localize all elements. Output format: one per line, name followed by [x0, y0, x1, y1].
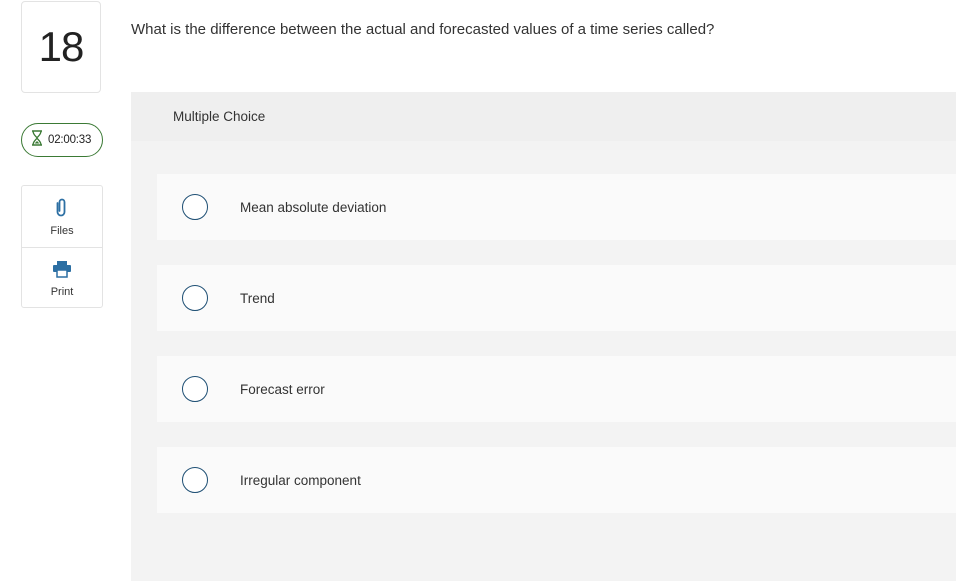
printer-icon [52, 260, 72, 283]
radio-button[interactable] [182, 467, 208, 493]
option-label: Forecast error [240, 381, 325, 397]
timer[interactable]: 02:00:33 [21, 123, 103, 157]
option-forecast-error[interactable]: Forecast error [157, 356, 956, 422]
option-label: Irregular component [240, 472, 361, 488]
radio-button[interactable] [182, 194, 208, 220]
option-trend[interactable]: Trend [157, 265, 956, 331]
option-label: Mean absolute deviation [240, 199, 387, 215]
timer-value: 02:00:33 [48, 134, 92, 146]
radio-button[interactable] [182, 285, 208, 311]
option-irregular-component[interactable]: Irregular component [157, 447, 956, 513]
question-page: 18 02:00:33 Files Print What is the diff… [0, 0, 956, 581]
files-label: Files [50, 224, 74, 237]
option-mean-absolute-deviation[interactable]: Mean absolute deviation [157, 174, 956, 240]
radio-button[interactable] [182, 376, 208, 402]
choice-panel: Multiple Choice Mean absolute deviation … [131, 92, 956, 581]
question-number-box: 18 [21, 1, 101, 93]
print-label: Print [50, 285, 74, 298]
print-button[interactable]: Print [22, 247, 102, 309]
question-type-label: Multiple Choice [131, 92, 956, 141]
question-number: 18 [38, 23, 85, 70]
hourglass-icon [31, 129, 43, 151]
paperclip-icon [56, 197, 68, 222]
option-label: Trend [240, 290, 275, 306]
files-button[interactable]: Files [22, 186, 102, 247]
tools-panel: Files Print [21, 185, 103, 308]
question-text: What is the difference between the actua… [131, 21, 715, 38]
